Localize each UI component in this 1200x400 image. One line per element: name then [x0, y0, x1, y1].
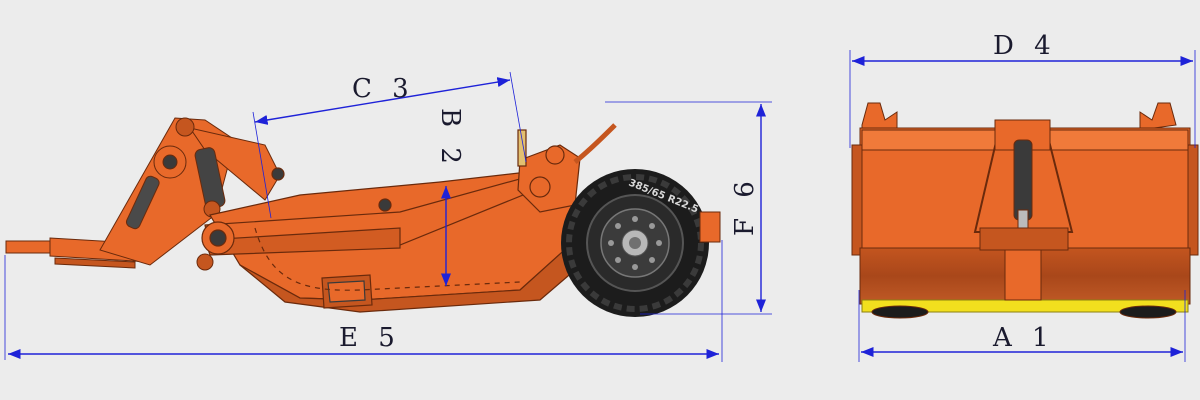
- dimension-label-b2: B 2: [435, 108, 465, 170]
- rear-view: [851, 102, 1199, 319]
- dimension-label-c3: C 3: [352, 74, 415, 104]
- dimension-label-f6: F 6: [730, 175, 760, 236]
- dimension-label-d4: D 4: [993, 31, 1057, 61]
- diagram-canvas: 385/65 R22.5 E 5 C 3 B 2 F 6 D 4 A 1: [4, 31, 1199, 362]
- side-view: 385/65 R22.5: [5, 117, 721, 317]
- scraper-dimension-diagram: 385/65 R22.5 E 5 C 3 B 2 F 6 D 4 A 1: [0, 0, 1200, 400]
- rear-bumper: [699, 211, 721, 243]
- rear-wheel: 385/65 R22.5: [561, 169, 709, 317]
- dimension-label-a1: A 1: [992, 323, 1055, 353]
- dimension-label-e5: E 5: [339, 323, 401, 353]
